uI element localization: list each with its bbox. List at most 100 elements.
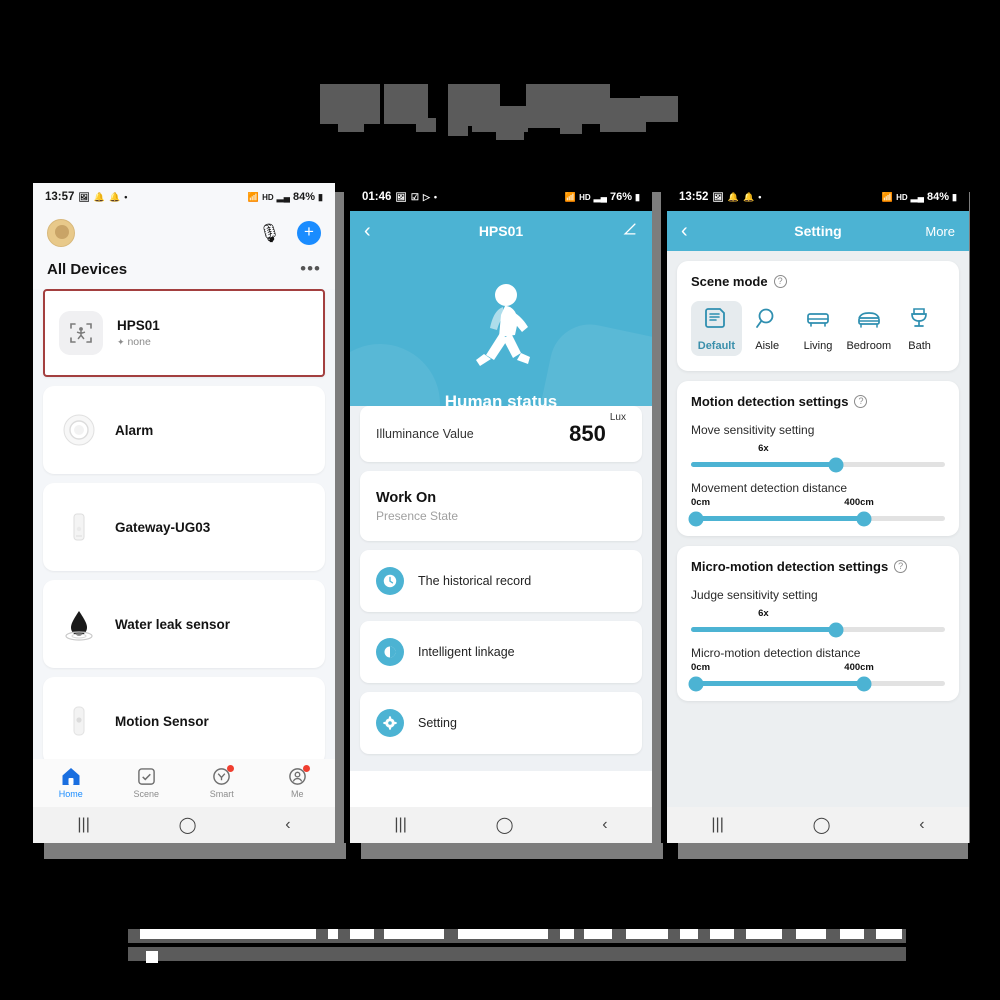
bell-icon: 🔔 xyxy=(727,191,740,202)
judge-sensitivity-slider[interactable] xyxy=(691,622,945,637)
home-circle-icon[interactable]: ◯ xyxy=(179,815,197,835)
device-name: Alarm xyxy=(115,422,154,438)
status-bar-1: 13:57 🖼 🔔 🔔 • 📶 HD ▂▄ 84% ▮ xyxy=(33,183,335,211)
tab-scene[interactable]: Scene xyxy=(109,767,185,799)
home-icon xyxy=(33,767,109,787)
micro-distance-slider[interactable] xyxy=(688,676,945,691)
add-device-button[interactable]: + xyxy=(297,221,321,245)
redacted-title xyxy=(320,78,700,140)
document-icon xyxy=(705,308,726,328)
scene-option-aisle[interactable]: Aisle xyxy=(742,301,793,356)
help-icon[interactable]: ? xyxy=(854,395,868,408)
phone-shadow-2 xyxy=(361,843,663,859)
movement-distance-group: Movement detection distance 0cm 400cm xyxy=(688,481,945,526)
back-icon[interactable]: ‹ xyxy=(602,816,607,834)
image-icon: 🖼 xyxy=(395,191,407,202)
tab-home[interactable]: Home xyxy=(33,767,109,799)
home-circle-icon[interactable]: ◯ xyxy=(496,815,514,835)
help-icon[interactable]: ? xyxy=(894,560,908,573)
illuminance-card: Illuminance Value 850 Lux xyxy=(360,406,642,462)
wifi-icon: 📶 xyxy=(247,191,260,202)
gateway-icon xyxy=(57,505,101,549)
scene-label: Living xyxy=(803,340,833,352)
image-icon: 🖼 xyxy=(712,191,724,202)
hd-icon: HD xyxy=(896,192,908,202)
mic-icon[interactable]: 🎙 xyxy=(258,223,281,244)
card-title-row: Motion detection settings ? xyxy=(691,394,945,409)
recents-icon[interactable]: ||| xyxy=(711,816,723,834)
move-sensitivity-slider[interactable] xyxy=(691,457,945,472)
tab-me[interactable]: Me xyxy=(260,765,336,799)
recents-icon[interactable]: ||| xyxy=(77,816,89,834)
android-nav-bar-1: ||| ◯ ‹ xyxy=(33,807,335,843)
hd-icon: HD xyxy=(262,192,274,202)
avatar[interactable] xyxy=(47,219,75,247)
menu-label: The historical record xyxy=(418,574,532,588)
menu-item-setting[interactable]: Setting xyxy=(360,692,642,754)
person-icon xyxy=(260,767,336,787)
device-card-gateway[interactable]: Gateway-UG03 xyxy=(43,483,325,571)
battery-level: 84% xyxy=(927,191,950,203)
status-time: 13:52 xyxy=(679,191,709,203)
card-title: Scene mode xyxy=(691,274,768,289)
state-title: Work On xyxy=(376,489,437,506)
smart-icon xyxy=(184,767,260,787)
battery-level: 76% xyxy=(610,191,633,203)
scene-mode-options: Default Aisle Living Bedroom Bath xyxy=(691,301,945,356)
help-icon[interactable]: ? xyxy=(773,275,787,288)
recents-icon[interactable]: ||| xyxy=(394,816,406,834)
device-card-hps01[interactable]: HPS01 ✦ none xyxy=(43,289,325,377)
linkage-icon xyxy=(376,638,404,666)
menu-label: Intelligent linkage xyxy=(418,645,515,659)
scene-option-default[interactable]: Default xyxy=(691,301,742,356)
tab-label: Smart xyxy=(209,789,234,799)
menu-item-historical-record[interactable]: The historical record xyxy=(360,550,642,612)
card-title: Micro-motion detection settings xyxy=(691,559,889,574)
presence-state-card: Work On Presence State xyxy=(360,471,642,541)
range-max-label: 400cm xyxy=(844,662,874,673)
battery-icon: ▮ xyxy=(635,191,640,202)
app-bar-title: HPS01 xyxy=(478,223,524,239)
slider-label: Movement detection distance xyxy=(691,481,848,495)
judge-sensitivity-group: Judge sensitivity setting 6x xyxy=(691,588,945,637)
app-bar-2: ‹ HPS01 xyxy=(350,211,652,251)
bed-icon xyxy=(857,312,880,328)
device-card-motion-sensor[interactable]: Motion Sensor xyxy=(43,677,325,765)
movement-distance-slider[interactable] xyxy=(688,511,945,526)
more-button[interactable]: More xyxy=(925,224,955,239)
device-card-alarm[interactable]: Alarm xyxy=(43,386,325,474)
motion-detection-card: Motion detection settings ? Move sensiti… xyxy=(677,381,959,536)
battery-icon: ▮ xyxy=(952,191,957,202)
more-options-icon[interactable]: ••• xyxy=(300,259,321,279)
status-time: 13:57 xyxy=(45,191,75,203)
scene-mode-card: Scene mode ? Default Aisle Living Bedroo… xyxy=(677,261,959,371)
top-bar: 🎙 + xyxy=(33,211,335,255)
device-card-water-leak[interactable]: Water leak sensor xyxy=(43,580,325,668)
tab-smart[interactable]: Smart xyxy=(184,765,260,799)
tab-label: Scene xyxy=(133,789,160,799)
back-icon[interactable]: ‹ xyxy=(285,816,290,834)
check-icon: ☑ xyxy=(410,191,419,202)
scene-option-living[interactable]: Living xyxy=(793,301,844,356)
app-bar-title: Setting xyxy=(794,223,842,239)
illuminance-value: 850 xyxy=(569,421,606,446)
scene-label: Bath xyxy=(908,340,931,352)
notification-badge xyxy=(302,765,310,772)
back-icon[interactable]: ‹ xyxy=(919,816,924,834)
clock-icon xyxy=(376,567,404,595)
range-min-label: 0cm xyxy=(691,497,711,508)
status-bar-3: 13:52 🖼 🔔 🔔 • 📶 HD ▂▄ 84% ▮ xyxy=(667,183,969,211)
scene-option-bedroom[interactable]: Bedroom xyxy=(843,301,894,356)
pencil-icon[interactable] xyxy=(622,221,638,241)
card-title-row: Micro-motion detection settings ? xyxy=(691,559,945,574)
sofa-icon xyxy=(807,313,829,327)
wifi-icon: 📶 xyxy=(564,191,577,202)
detail-cards: Illuminance Value 850 Lux Work On Presen… xyxy=(350,406,652,771)
signal-icon: ▂▄ xyxy=(593,191,608,202)
menu-item-intelligent-linkage[interactable]: Intelligent linkage xyxy=(360,621,642,683)
scene-option-bath[interactable]: Bath xyxy=(894,301,945,356)
slider-value: 6x xyxy=(758,608,769,619)
battery-level: 84% xyxy=(293,191,316,203)
home-circle-icon[interactable]: ◯ xyxy=(813,815,831,835)
bell-icon: 🔔 xyxy=(743,191,755,202)
